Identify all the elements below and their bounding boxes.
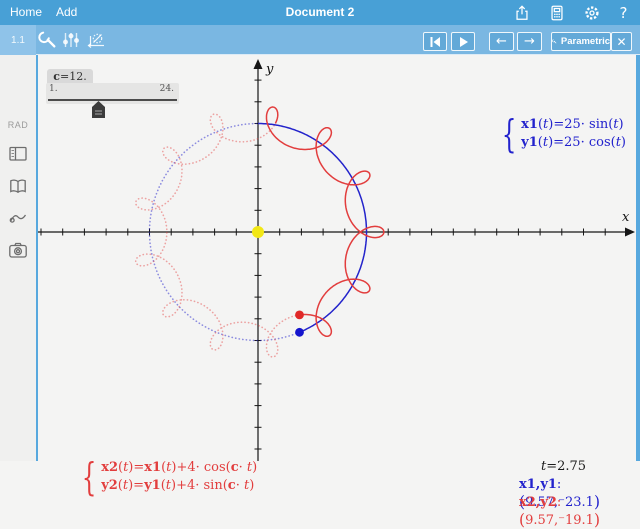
x2y2-coordinates-readout[interactable]: x2,y2: (9.57,⁻19.1) (519, 494, 636, 529)
slider[interactable]: 1. 24. (46, 83, 179, 104)
graphs-toolbar: 1.1 (0, 25, 640, 55)
document-title[interactable]: Document 2 (0, 0, 640, 25)
help-icon[interactable]: ? (614, 3, 633, 22)
curve-x1y1[interactable] (258, 124, 367, 333)
graph-pane[interactable]: x y { x1(t)=25· sin(t) y1(t)=25· cos(t) … (38, 55, 636, 461)
slider-handle[interactable] (92, 101, 105, 118)
curve-x2y2-preview[interactable] (136, 114, 300, 357)
equation-brace: { (82, 459, 97, 495)
slider-track[interactable] (48, 99, 177, 101)
share-icon[interactable] (512, 3, 531, 22)
back-arrow-button[interactable]: ← (489, 32, 514, 51)
equation-brace: { (502, 116, 517, 152)
forward-arrow-button[interactable]: → (517, 32, 542, 51)
equation-y2: y2(t)=y1(t)+4· sin(c· t) (101, 477, 257, 495)
page-sorter-icon[interactable] (8, 145, 28, 165)
trace-point-x2,y2[interactable] (295, 311, 304, 320)
x-axis-arrow-icon (625, 228, 635, 237)
wrench-icon[interactable] (38, 30, 58, 50)
top-bar: Home Add Document 2 ? (0, 0, 640, 25)
close-button[interactable]: ✕ (611, 32, 632, 51)
slider-max-label: 24. (160, 84, 174, 94)
graph-tools-icon[interactable] (86, 30, 106, 50)
slider-variable-label[interactable]: c =12. (47, 69, 93, 84)
parametric-mode-button[interactable]: Parametric (551, 32, 611, 51)
settings-gear-icon[interactable] (582, 3, 601, 22)
trace-point-x1,y1[interactable] (295, 328, 304, 337)
trace-point-origin[interactable] (252, 226, 264, 238)
play-button[interactable] (451, 32, 475, 51)
page-tab[interactable]: 1.1 (0, 25, 36, 55)
y-axis-label: y (265, 62, 274, 77)
wrench-icon-small (552, 36, 557, 47)
slider-min-label: 1. (49, 84, 58, 94)
y-axis-arrow-icon (254, 59, 263, 69)
angle-mode-indicator[interactable]: RAD (0, 120, 36, 130)
calculator-icon[interactable] (547, 3, 566, 22)
x-axis-label: x (622, 210, 630, 225)
camera-icon[interactable] (8, 241, 28, 261)
utilities-icon[interactable] (8, 208, 28, 228)
equation-y1: y1(t)=25· cos(t) (521, 134, 626, 152)
equation-x2y2[interactable]: { x2(t)=x1(t)+4· cos(c· t) y2(t)=y1(t)+4… (77, 459, 257, 495)
equation-x2: x2(t)=x1(t)+4· cos(c· t) (101, 459, 257, 477)
skip-back-button[interactable] (423, 32, 447, 51)
equation-x1: x1(t)=25· sin(t) (521, 116, 626, 134)
book-icon[interactable] (8, 177, 28, 197)
sliders-icon[interactable] (61, 30, 81, 50)
equation-x1y1[interactable]: { x1(t)=25· sin(t) y1(t)=25· cos(t) (497, 116, 626, 152)
parametric-mode-label: Parametric (561, 36, 610, 47)
pane-right-border (636, 55, 640, 461)
left-sidebar: RAD (0, 55, 38, 461)
